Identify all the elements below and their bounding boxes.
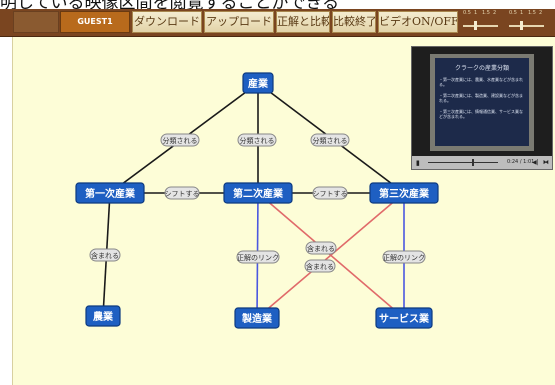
node-label: 製造業 bbox=[241, 312, 273, 325]
volume-icon[interactable]: ◀| bbox=[532, 159, 539, 166]
node-manufacturing[interactable]: 製造業 bbox=[234, 307, 280, 329]
seek-handle[interactable] bbox=[471, 159, 474, 166]
node-label: 第二次産業 bbox=[233, 187, 284, 200]
play-icon[interactable]: ▮ bbox=[416, 159, 420, 167]
node-label: 産業 bbox=[248, 77, 269, 90]
link-label-text: 分類される bbox=[240, 136, 275, 145]
slide-bullet: ・第二次産業には、製造業、建設業などが含まれる。 bbox=[439, 93, 523, 103]
node-label: 第三次産業 bbox=[379, 187, 430, 200]
link-label-text: シフトする bbox=[313, 190, 348, 198]
page: 明している映像区間を閲覧することができる GUEST1 ダウンロード アップロー… bbox=[0, 0, 555, 385]
video-player[interactable]: クラークの産業分類 ・第一次産業には、農業、水産業などが含まれる。 ・第二次産業… bbox=[411, 46, 553, 170]
link-label-text: シフトする bbox=[165, 190, 200, 198]
seek-bar[interactable] bbox=[428, 162, 498, 163]
slide-bullet: ・第一次産業には、農業、水産業などが含まれる。 bbox=[439, 77, 523, 87]
link-label-text: 正解のリンク bbox=[237, 253, 279, 262]
node-label: 第一次産業 bbox=[85, 187, 136, 200]
link-label-text: 含まれる bbox=[307, 244, 335, 253]
node-sangyo[interactable]: 産業 bbox=[242, 72, 274, 94]
link-label-shift-1[interactable]: シフトする bbox=[164, 186, 200, 200]
node-tertiary-industry[interactable]: 第三次産業 bbox=[369, 182, 439, 204]
node-label: 農業 bbox=[93, 310, 114, 323]
link-label-classified-secondary[interactable]: 分類される bbox=[237, 133, 277, 147]
link-label-text: 分類される bbox=[313, 136, 348, 145]
link-label-included-service[interactable]: 含まれる bbox=[305, 241, 337, 255]
link-label-text: 分類される bbox=[163, 136, 198, 145]
link-label-shift-2[interactable]: シフトする bbox=[312, 186, 348, 200]
node-agriculture[interactable]: 農業 bbox=[85, 305, 121, 327]
link-label-classified-primary[interactable]: 分類される bbox=[160, 133, 200, 147]
video-controls: ▮ 0:24 / 1:01 ◀| ⧓ bbox=[412, 156, 552, 169]
time-display: 0:24 / 1:01 bbox=[507, 159, 535, 165]
link-label-text: 含まれる bbox=[91, 251, 119, 260]
slide-title: クラークの産業分類 bbox=[454, 65, 509, 72]
link-label-included-manufacturing[interactable]: 含まれる bbox=[304, 259, 336, 273]
fullscreen-icon[interactable]: ⧓ bbox=[543, 159, 549, 166]
node-secondary-industry[interactable]: 第二次産業 bbox=[223, 182, 293, 204]
node-label: サービス業 bbox=[379, 312, 430, 325]
link-label-text: 含まれる bbox=[306, 262, 334, 271]
node-primary-industry[interactable]: 第一次産業 bbox=[75, 182, 145, 204]
link-label-classified-tertiary[interactable]: 分類される bbox=[310, 133, 350, 147]
node-service-industry[interactable]: サービス業 bbox=[375, 307, 433, 329]
link-label-included-agriculture[interactable]: 含まれる bbox=[89, 248, 121, 262]
video-frame: クラークの産業分類 ・第一次産業には、農業、水産業などが含まれる。 ・第二次産業… bbox=[430, 54, 534, 151]
link-label-answer-manufacturing[interactable]: 正解のリンク bbox=[236, 250, 280, 264]
lecture-slide: クラークの産業分類 ・第一次産業には、農業、水産業などが含まれる。 ・第二次産業… bbox=[435, 58, 529, 146]
slide-bullet: ・第三次産業には、情報通信業、サービス業などが含まれる。 bbox=[439, 109, 523, 119]
link-label-answer-service[interactable]: 正解のリンク bbox=[382, 250, 426, 264]
link-label-text: 正解のリンク bbox=[383, 253, 425, 262]
